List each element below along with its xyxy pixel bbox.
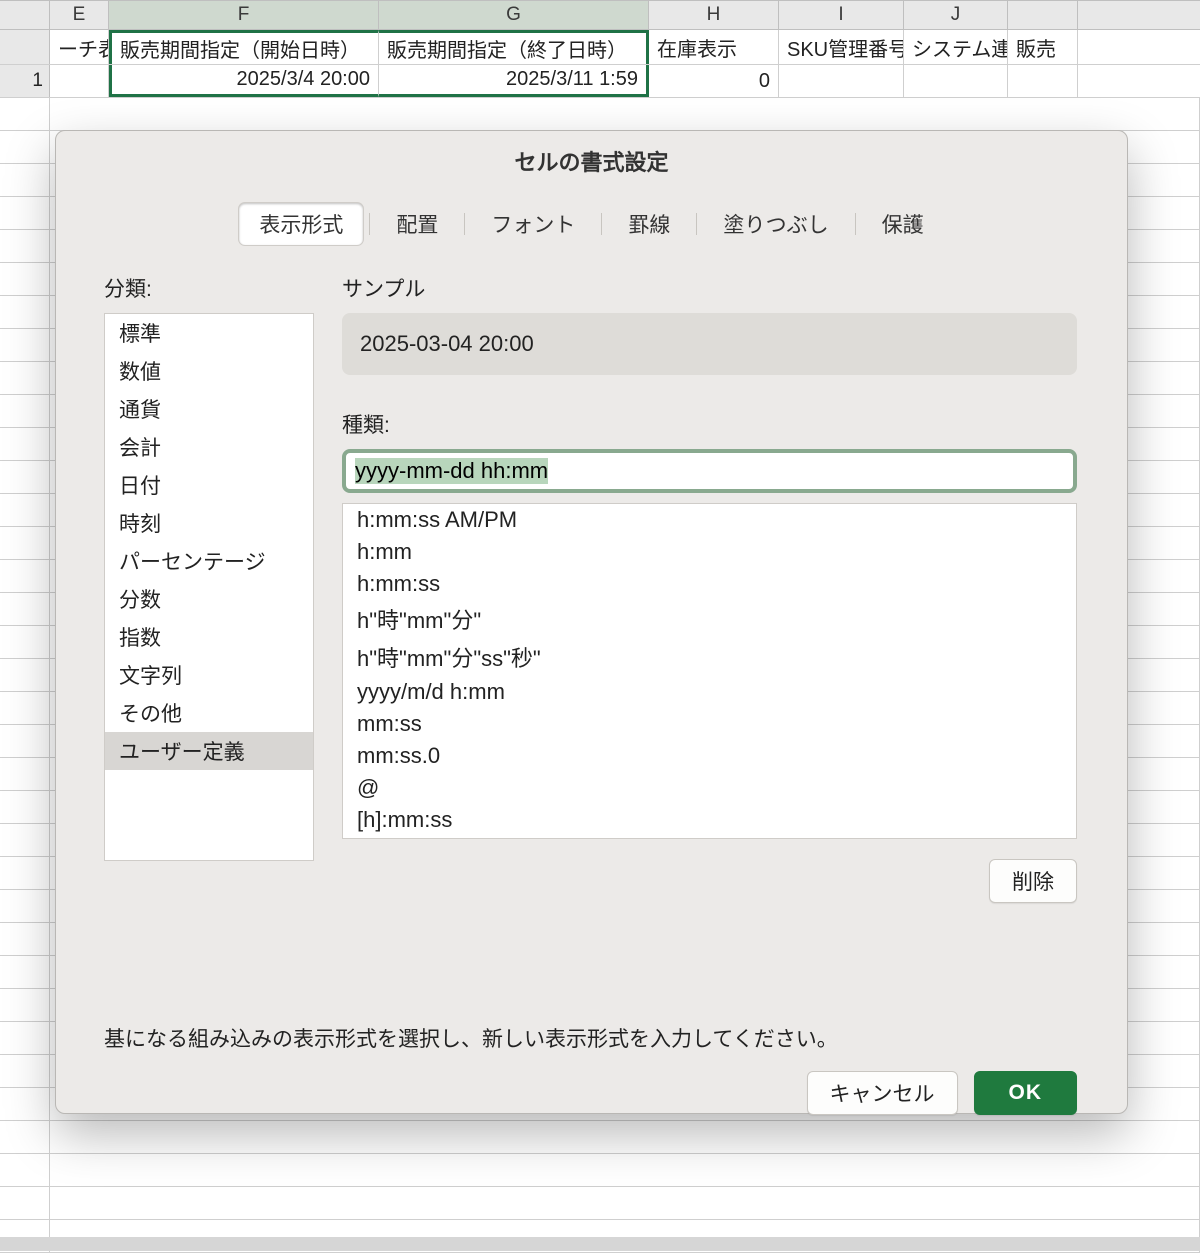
- header-label-row: ーチ表示 販売期間指定（開始日時） 販売期間指定（終了日時） 在庫表示 SKU管…: [0, 30, 1200, 65]
- category-item[interactable]: 指数: [105, 618, 313, 656]
- tab-separator: [369, 213, 370, 235]
- cell-G1[interactable]: 2025/3/11 1:59: [379, 65, 649, 97]
- format-item[interactable]: h"時"mm"分"ss"秒": [343, 638, 1076, 676]
- col-header-I[interactable]: I: [779, 1, 904, 29]
- category-item-custom[interactable]: ユーザー定義: [105, 732, 313, 770]
- cell-header-K[interactable]: 販売: [1008, 30, 1078, 64]
- tab-separator: [464, 213, 465, 235]
- data-row-1: 1 2025/3/4 20:00 2025/3/11 1:59 0: [0, 65, 1200, 98]
- cell-header-E[interactable]: ーチ表示: [50, 30, 109, 64]
- cell-J1[interactable]: [904, 65, 1008, 97]
- category-item[interactable]: 時刻: [105, 504, 313, 542]
- type-input-border: [342, 449, 1077, 493]
- format-item[interactable]: h:mm:ss: [343, 568, 1076, 600]
- format-item[interactable]: h:mm:ss AM/PM: [343, 504, 1076, 536]
- cell-header-J[interactable]: システム連携: [904, 30, 1008, 64]
- format-item[interactable]: h"時"mm"分": [343, 600, 1076, 638]
- tab-font[interactable]: フォント: [471, 203, 595, 245]
- format-item[interactable]: [$-ja-JP-x-gannen]ggge"年"m"月"d"日";@: [343, 836, 1076, 839]
- col-header-J[interactable]: J: [904, 1, 1008, 29]
- cell-H1[interactable]: 0: [649, 65, 779, 97]
- cell-I1[interactable]: [779, 65, 904, 97]
- tab-separator: [696, 213, 697, 235]
- horizontal-scrollbar[interactable]: [0, 1237, 1200, 1251]
- tab-border[interactable]: 罫線: [608, 203, 690, 245]
- row-header-blank: [0, 30, 50, 64]
- type-input[interactable]: [349, 456, 1070, 486]
- format-cells-dialog: セルの書式設定 表示形式 配置 フォント 罫線 塗りつぶし 保護 分類: 標準 …: [55, 130, 1128, 1114]
- col-header-G[interactable]: G: [379, 1, 649, 29]
- dialog-tabs: 表示形式 配置 フォント 罫線 塗りつぶし 保護: [56, 189, 1127, 251]
- tab-fill[interactable]: 塗りつぶし: [703, 203, 848, 245]
- tab-alignment[interactable]: 配置: [376, 203, 458, 245]
- row-col-corner[interactable]: [0, 1, 50, 29]
- format-item[interactable]: mm:ss: [343, 708, 1076, 740]
- cell-header-F[interactable]: 販売期間指定（開始日時）: [109, 30, 379, 64]
- format-item[interactable]: [h]:mm:ss: [343, 804, 1076, 836]
- format-item[interactable]: mm:ss.0: [343, 740, 1076, 772]
- sample-label: サンプル: [342, 273, 1077, 303]
- cell-E1[interactable]: [50, 65, 109, 97]
- delete-button[interactable]: 削除: [989, 859, 1077, 903]
- category-item[interactable]: 会計: [105, 428, 313, 466]
- col-header-K[interactable]: [1008, 1, 1078, 29]
- tab-separator: [601, 213, 602, 235]
- cell-K1[interactable]: [1008, 65, 1078, 97]
- category-item[interactable]: 文字列: [105, 656, 313, 694]
- category-list[interactable]: 標準 数値 通貨 会計 日付 時刻 パーセンテージ 分数 指数 文字列 その他 …: [104, 313, 314, 861]
- category-item[interactable]: 数値: [105, 352, 313, 390]
- dialog-body: 分類: 標準 数値 通貨 会計 日付 時刻 パーセンテージ 分数 指数 文字列 …: [56, 251, 1127, 1053]
- dialog-footer: キャンセル OK: [56, 1053, 1127, 1137]
- tab-protection[interactable]: 保護: [862, 203, 944, 245]
- dialog-title: セルの書式設定: [56, 131, 1127, 189]
- cell-F1[interactable]: 2025/3/4 20:00: [109, 65, 379, 97]
- cell-header-H[interactable]: 在庫表示: [649, 30, 779, 64]
- cell-header-I[interactable]: SKU管理番号: [779, 30, 904, 64]
- col-header-E[interactable]: E: [50, 1, 109, 29]
- category-item[interactable]: 分数: [105, 580, 313, 618]
- format-list[interactable]: h:mm:ss AM/PM h:mm h:mm:ss h"時"mm"分" h"時…: [342, 503, 1077, 839]
- format-item[interactable]: @: [343, 772, 1076, 804]
- tab-number-format[interactable]: 表示形式: [239, 203, 363, 245]
- category-item[interactable]: パーセンテージ: [105, 542, 313, 580]
- category-item[interactable]: 標準: [105, 314, 313, 352]
- col-header-H[interactable]: H: [649, 1, 779, 29]
- category-item[interactable]: 通貨: [105, 390, 313, 428]
- type-label: 種類:: [342, 409, 1077, 439]
- tab-separator: [855, 213, 856, 235]
- column-headers: E F G H I J: [0, 0, 1200, 30]
- row-number-1[interactable]: 1: [0, 65, 50, 97]
- help-text: 基になる組み込みの表示形式を選択し、新しい表示形式を入力してください。: [104, 1023, 1077, 1053]
- category-label: 分類:: [104, 273, 314, 303]
- sample-preview: 2025-03-04 20:00: [342, 313, 1077, 375]
- format-item[interactable]: h:mm: [343, 536, 1076, 568]
- cancel-button[interactable]: キャンセル: [807, 1071, 958, 1115]
- ok-button[interactable]: OK: [974, 1071, 1078, 1115]
- format-item[interactable]: yyyy/m/d h:mm: [343, 676, 1076, 708]
- col-header-F[interactable]: F: [109, 1, 379, 29]
- category-item[interactable]: 日付: [105, 466, 313, 504]
- cell-header-G[interactable]: 販売期間指定（終了日時）: [379, 30, 649, 64]
- category-item[interactable]: その他: [105, 694, 313, 732]
